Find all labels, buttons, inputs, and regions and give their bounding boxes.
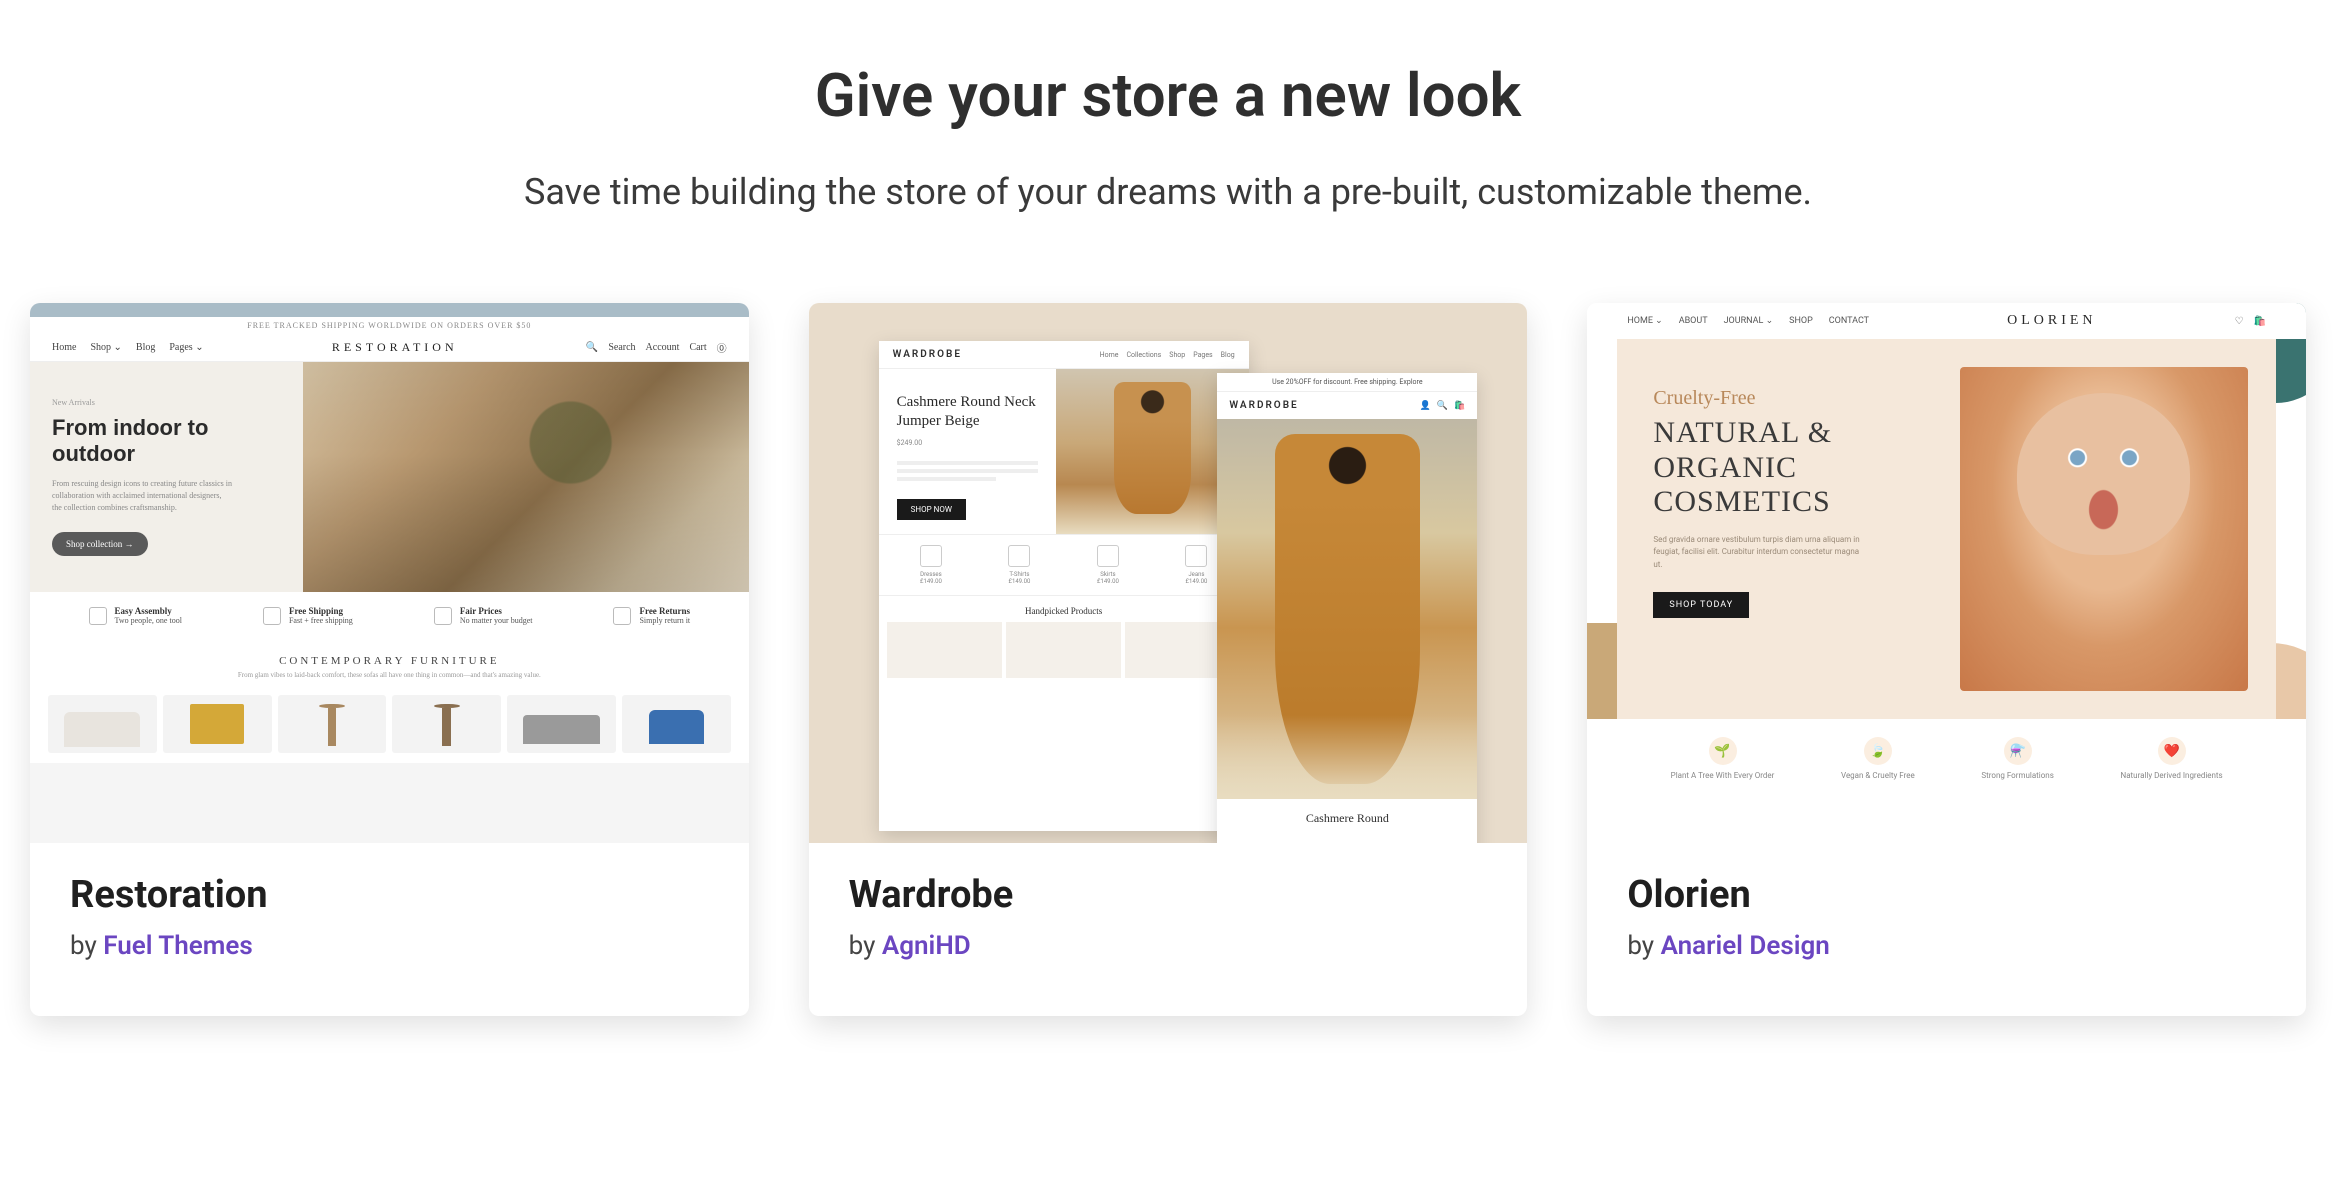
promo-bar: Use 20%OFF for discount. Free shipping. … [1217,373,1477,392]
product-price: $249.00 [897,439,1039,447]
feature-title: Free Shipping [289,606,353,616]
category-title: CONTEMPORARY FURNITURE [30,655,749,667]
nav-item: JOURNAL ⌄ [1724,316,1774,326]
nav-item: Pages ⌄ [169,342,203,353]
product-title: Cashmere Round Neck Jumper Beige [897,393,1039,431]
nav-item: CONTACT [1829,316,1869,326]
mock-logo: RESTORATION [332,340,458,355]
nav-item: Home [52,342,76,353]
desktop-mock: WARDROBE Home Collections Shop Pages Blo… [879,341,1249,831]
theme-card-wardrobe[interactable]: WARDROBE Home Collections Shop Pages Blo… [809,303,1528,1016]
cat-label: Skirts [1097,571,1119,578]
cat-label: Dresses [920,571,942,578]
nav-item: Cart [689,342,706,353]
nav-item: Blog [1221,351,1235,359]
promo-banner: FREE TRACKED SHIPPING WORLDWIDE ON ORDER… [30,317,749,334]
feature-row: Easy AssemblyTwo people, one tool Free S… [30,592,749,639]
feature-sub: Fast + free shipping [289,616,353,625]
theme-cards-row: FREE TRACKED SHIPPING WORLDWIDE ON ORDER… [20,303,2316,1016]
category-sub: From glam vibes to laid-back comfort, th… [30,671,749,679]
nav-item: Shop ⌄ [90,342,121,353]
product-row [30,685,749,763]
nav-item: Blog [136,342,155,353]
search-icon: 🔍 [1437,401,1448,411]
card-meta: Olorien by Anariel Design [1587,843,2306,1016]
feature-sub: Two people, one tool [115,616,182,625]
hero-image [1960,367,2248,691]
mock-logo: WARDROBE [893,349,962,360]
nav-item: Home [1100,351,1119,359]
feature-title: Fair Prices [460,606,533,616]
card-meta: Wardrobe by AgniHD [809,843,1528,1016]
by-prefix: by [849,931,882,961]
mock-logo: OLORIEN [2007,313,2096,329]
hero-eyebrow: New Arrivals [52,398,281,407]
badge-label: Naturally Derived Ingredients [2120,771,2222,780]
shop-button: SHOP NOW [897,499,966,520]
by-prefix: by [70,931,103,961]
theme-card-olorien[interactable]: HOME ⌄ ABOUT JOURNAL ⌄ SHOP CONTACT OLOR… [1587,303,2306,1016]
hero-script: Cruelty-Free [1653,387,1924,410]
theme-thumbnail: HOME ⌄ ABOUT JOURNAL ⌄ SHOP CONTACT OLOR… [1587,303,2306,843]
nav-item: ABOUT [1679,316,1708,326]
section-subheading: Save time building the store of your dre… [20,171,2316,213]
badge-icon: ❤️ [2158,737,2186,765]
theme-title: Wardrobe [849,873,1488,917]
theme-author-link[interactable]: Anariel Design [1661,931,1830,961]
badge-row: 🌱 Plant A Tree With Every Order 🍃 Vegan & … [1587,719,2306,798]
bag-icon: 🛍️ [1454,401,1465,411]
hero-image [303,362,749,592]
nav-item: Pages [1193,351,1212,359]
nav-item: Account [646,342,680,353]
section-heading: Give your store a new look [20,60,2316,131]
theme-thumbnail: FREE TRACKED SHIPPING WORLDWIDE ON ORDER… [30,303,749,843]
card-meta: Restoration by Fuel Themes [30,843,749,1016]
nav-item: SHOP [1789,316,1813,326]
nav-item: Shop [1169,351,1185,359]
badge-label: Strong Formulations [1981,771,2053,780]
mock-nav: Home Shop ⌄ Blog Pages ⌄ RESTORATION 🔍 S… [30,334,749,362]
hero-cta: Shop collection → [52,532,148,556]
cat-label: T-Shirts [1008,571,1030,578]
nav-item: HOME ⌄ [1627,316,1662,326]
handpicked-title: Handpicked Products [879,595,1249,622]
theme-author-link[interactable]: AgniHD [882,931,971,961]
mock-logo: WARDROBE [1229,400,1298,411]
badge-icon: ⚗️ [2004,737,2032,765]
mobile-mock: Use 20%OFF for discount. Free shipping. … [1217,373,1477,843]
feature-title: Free Returns [639,606,690,616]
hero-cta: SHOP TODAY [1653,592,1749,618]
feature-title: Easy Assembly [115,606,182,616]
hero-desc: From rescuing design icons to creating f… [52,478,232,514]
feature-sub: No matter your budget [460,616,533,625]
theme-marketplace-section: Give your store a new look Save time bui… [0,0,2336,1016]
badge-label: Vegan & Cruelty Free [1841,771,1915,780]
user-icon: 👤 [1420,401,1431,411]
badge-label: Plant A Tree With Every Order [1671,771,1775,780]
nav-item: Search [608,342,635,353]
mock-nav: HOME ⌄ ABOUT JOURNAL ⌄ SHOP CONTACT OLOR… [1587,303,2306,339]
cat-label: Jeans [1185,571,1207,578]
product-image [1217,419,1477,799]
theme-card-restoration[interactable]: FREE TRACKED SHIPPING WORLDWIDE ON ORDER… [30,303,749,1016]
feature-sub: Simply return it [639,616,690,625]
theme-thumbnail: WARDROBE Home Collections Shop Pages Blo… [809,303,1528,843]
theme-title: Restoration [70,873,709,917]
theme-title: Olorien [1627,873,2266,917]
badge-icon: 🌱 [1709,737,1737,765]
hero-title: NATURAL & ORGANIC COSMETICS [1653,416,1924,520]
badge-icon: 🍃 [1864,737,1892,765]
product-caption: Cashmere Round [1217,799,1477,838]
heart-icon: ♡ [2235,316,2244,327]
by-prefix: by [1627,931,1660,961]
nav-item: Collections [1126,351,1161,359]
bag-icon: 🛍️ [2254,316,2266,327]
theme-author-link[interactable]: Fuel Themes [103,931,253,961]
hero-title: From indoor to outdoor [52,415,281,466]
hero-desc: Sed gravida ornare vestibulum turpis dia… [1653,534,1863,572]
